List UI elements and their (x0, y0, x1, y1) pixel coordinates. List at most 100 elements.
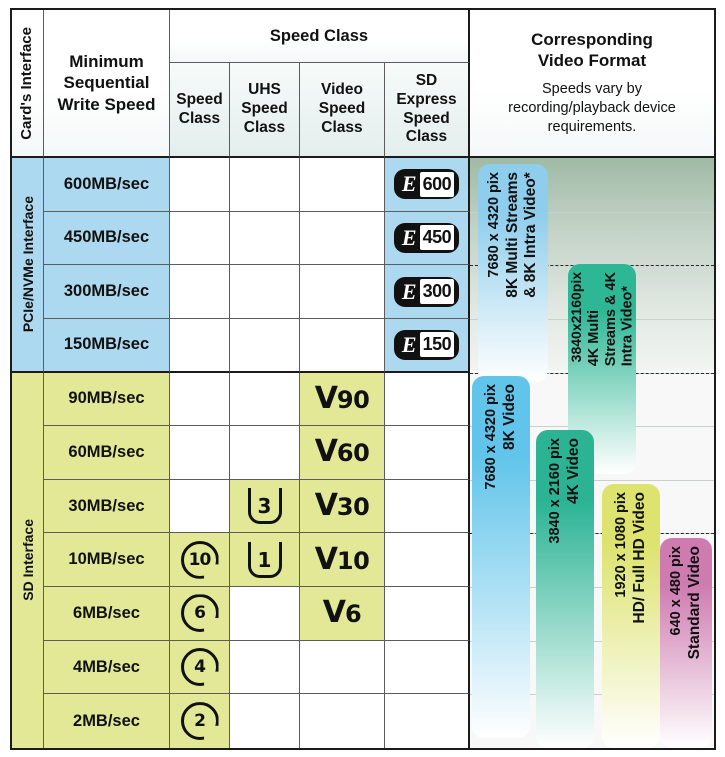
cell-sd-express-3: E 300 (385, 265, 470, 319)
video-bar-resolution-2: 3840x2160pix (567, 272, 584, 363)
cell-sd-express-9 (385, 587, 470, 641)
cell-sd-express-10 (385, 640, 470, 695)
cell-video-class-7: V30 (300, 479, 385, 534)
video-speed-class-badge: V60 (315, 437, 370, 467)
speed-class-chart: Card's Interface Minimum Sequential Write… (0, 0, 725, 757)
cell-video-class-10 (300, 640, 385, 695)
row-speed-4: 150MB/sec (44, 318, 170, 373)
cell-sd-express-8 (385, 533, 470, 588)
video-bar-title-6: Standard Video (686, 546, 704, 660)
cell-uhs-class-6 (230, 426, 300, 480)
row-speed-label-3: 300MB/sec (63, 282, 150, 301)
header-video-format-title: Corresponding Video Format (531, 29, 653, 71)
video-bar-title-3: 8K Video (501, 384, 519, 451)
video-speed-class-number: 90 (336, 385, 370, 414)
cell-uhs-class-11 (230, 694, 300, 748)
cell-uhs-class-8: 1 (230, 533, 300, 588)
row-speed-2: 450MB/sec (44, 211, 170, 266)
row-speed-9: 6MB/sec (44, 587, 170, 641)
sd-express-badge: E 150 (393, 329, 460, 360)
row-speed-label-7: 30MB/sec (68, 496, 145, 515)
video-bar-inner-3: 8K Video 7680 x 4320 pix (483, 384, 520, 738)
cell-uhs-class-7: 3 (230, 479, 300, 534)
video-bar-4: 4K Video 3840 x 2160 pix (536, 430, 594, 748)
header-subcolumn-4: SD Express Speed Class (385, 63, 470, 158)
row-speed-label-1: 600MB/sec (63, 174, 150, 193)
video-bar-inner-4: 4K Video 3840 x 2160 pix (547, 438, 584, 748)
header-video-format-note: Speeds vary by recording/playback device… (508, 81, 676, 136)
cell-speed-class-11: 2 (170, 694, 230, 748)
speed-class-badge: 6 (180, 594, 219, 633)
header-min-write-speed: Minimum Sequential Write Speed (44, 10, 170, 158)
video-bar-3: 8K Video 7680 x 4320 pix (472, 376, 530, 738)
cell-speed-class-5 (170, 372, 230, 427)
speed-class-badge: 4 (180, 648, 219, 687)
speed-class-number: 6 (194, 603, 206, 624)
sd-express-number: 300 (419, 279, 455, 305)
speed-class-badge: 10 (180, 540, 219, 579)
row-speed-11: 2MB/sec (44, 694, 170, 748)
video-bar-resolution-3: 7680 x 4320 pix (482, 384, 499, 490)
header-video-format: Corresponding Video Format Speeds vary by… (470, 10, 714, 158)
cell-sd-express-1: E 600 (385, 158, 470, 212)
row-speed-label-9: 6MB/sec (73, 603, 140, 622)
video-bar-1: 8K Multi Streams & 8K Intra Video* 7680 x… (478, 164, 548, 382)
row-speed-label-11: 2MB/sec (73, 711, 140, 730)
video-speed-class-v-icon: V (314, 380, 338, 416)
cell-sd-express-11 (385, 694, 470, 748)
cell-speed-class-7 (170, 479, 230, 534)
row-speed-label-8: 10MB/sec (68, 550, 145, 569)
header-subcolumn-label-3: Video Speed Class (318, 81, 366, 136)
cell-video-class-9: V6 (300, 587, 385, 641)
video-bar-resolution-5: 1920 x 1080 pix (612, 492, 629, 598)
cell-video-class-11 (300, 694, 385, 748)
cell-speed-class-6 (170, 426, 230, 480)
cell-uhs-class-4 (230, 318, 300, 373)
speed-class-number: 4 (194, 657, 206, 678)
sd-express-e-icon: E (401, 278, 417, 304)
row-speed-8: 10MB/sec (44, 533, 170, 588)
video-format-panel: 8K Multi Streams & 8K Intra Video* 7680 x… (470, 158, 714, 748)
video-speed-class-v-icon: V (314, 488, 338, 524)
video-bar-5: HD/ Full HD Video 1920 x 1080 pix (602, 484, 660, 748)
cell-uhs-class-3 (230, 265, 300, 319)
cell-uhs-class-9 (230, 587, 300, 641)
video-speed-class-number: 10 (336, 546, 370, 575)
video-bar-inner-1: 8K Multi Streams & 8K Intra Video* 7680 x… (486, 172, 541, 382)
header-speed-class-group: Speed Class (170, 10, 470, 63)
header-min-write-speed-label: Minimum Sequential Write Speed (57, 52, 156, 114)
cell-video-class-1 (300, 158, 385, 212)
cell-speed-class-10: 4 (170, 640, 230, 695)
cell-sd-express-5 (385, 372, 470, 427)
sd-express-e-icon: E (401, 331, 417, 357)
header-subcolumn-2: UHS Speed Class (230, 63, 300, 158)
cell-video-class-3 (300, 265, 385, 319)
row-speed-label-4: 150MB/sec (63, 335, 150, 354)
header-speed-class-group-label: Speed Class (269, 26, 369, 45)
sd-express-e-icon: E (401, 224, 417, 250)
video-speed-class-badge: V6 (323, 598, 362, 628)
video-speed-class-badge: V90 (314, 380, 370, 416)
row-speed-10: 4MB/sec (44, 640, 170, 695)
video-bar-title-4: 4K Video (565, 438, 583, 505)
sd-express-badge: E 600 (393, 169, 460, 200)
video-speed-class-number: 30 (336, 493, 370, 522)
video-speed-class-badge: V30 (315, 491, 370, 521)
cell-sd-express-7 (385, 479, 470, 534)
speed-class-number: 2 (194, 711, 206, 732)
cell-speed-class-4 (170, 318, 230, 373)
header-subcolumn-3: Video Speed Class (300, 63, 385, 158)
video-bar-inner-6: Standard Video 640 x 480 pix (668, 546, 705, 748)
video-speed-class-v-icon: V (314, 541, 338, 577)
video-bar-6: Standard Video 640 x 480 pix (660, 538, 712, 748)
header-card-interface: Card's Interface (12, 10, 44, 158)
row-speed-label-10: 4MB/sec (73, 657, 140, 676)
cell-video-class-4 (300, 318, 385, 373)
row-speed-1: 600MB/sec (44, 158, 170, 212)
cell-sd-express-2: E 450 (385, 211, 470, 266)
interface-label-sd: SD Interface (19, 519, 36, 602)
uhs-speed-class-badge: 1 (247, 541, 282, 578)
cell-speed-class-9: 6 (170, 587, 230, 641)
cell-speed-class-8: 10 (170, 533, 230, 588)
interface-label-pcie-nvme: PCIe/NVMe Interface (19, 196, 36, 333)
